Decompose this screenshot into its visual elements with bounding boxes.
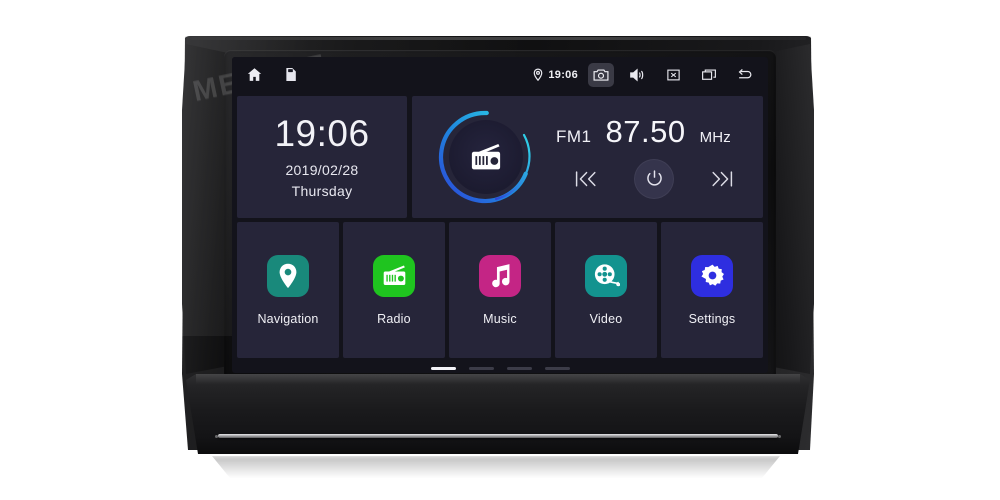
camera-icon[interactable] (588, 62, 614, 87)
page-dot-2[interactable] (468, 367, 494, 370)
radio-frequency: 87.50 (605, 113, 686, 149)
next-station-button[interactable] (708, 169, 734, 189)
bezel-top-highlight (190, 37, 806, 40)
slot-screw-right (778, 435, 781, 438)
status-bar-time: 19:06 (548, 68, 578, 81)
power-button[interactable] (634, 158, 674, 199)
radio-dial-core (449, 120, 523, 194)
bezel-left-face (182, 44, 228, 374)
radio-band: FM1 (556, 126, 592, 146)
location-status: 19:06 (533, 68, 578, 81)
slot-screw-left (215, 435, 218, 438)
bottom-face (186, 374, 810, 454)
radio-icon (383, 265, 405, 285)
radio-icon (471, 143, 501, 170)
status-bar-left (232, 66, 296, 83)
touchscreen[interactable]: 19:06 19:06 2019/02/28 Thursday FM1 87.5… (232, 57, 768, 373)
app-label-music: Music (483, 311, 517, 326)
back-icon[interactable] (732, 63, 758, 87)
home-icon[interactable] (246, 66, 263, 83)
app-tile-music[interactable]: Music (449, 222, 551, 358)
gear-icon (700, 264, 724, 286)
home-screen-content: 19:06 2019/02/28 Thursday FM1 87.50 MHz … (232, 92, 768, 373)
radio-transport-controls (550, 158, 763, 199)
app-label-video: Video (589, 311, 623, 326)
page-dot-3[interactable] (506, 367, 532, 370)
music-note-icon (491, 264, 509, 288)
radio-widget[interactable]: FM1 87.50 MHz (412, 96, 763, 218)
surface-reflection (212, 456, 780, 478)
film-reel-icon (594, 264, 620, 287)
widget-row: 19:06 2019/02/28 Thursday FM1 87.50 MHz (237, 96, 763, 218)
previous-station-button[interactable] (574, 169, 600, 189)
close-box-icon[interactable] (660, 63, 686, 87)
radio-info: FM1 87.50 MHz (550, 116, 763, 199)
app-label-navigation: Navigation (257, 311, 319, 326)
radio-unit: MHz (699, 128, 732, 146)
app-tile-navigation[interactable]: Navigation (237, 222, 339, 358)
screenshot-root: MEKEDE (0, 0, 1000, 500)
clock-time: 19:06 (274, 113, 370, 154)
clock-date: 2019/02/28 (285, 162, 359, 178)
page-dot-1[interactable] (430, 367, 456, 370)
page-dot-4[interactable] (544, 367, 570, 370)
status-bar: 19:06 (232, 57, 768, 92)
disc-slot[interactable] (218, 434, 778, 438)
volume-icon[interactable] (624, 63, 650, 87)
bottom-ledge (196, 374, 800, 384)
location-pin-icon (533, 68, 543, 81)
app-label-settings: Settings (688, 311, 736, 326)
clock-weekday: Thursday (291, 183, 353, 199)
app-label-radio: Radio (377, 311, 411, 326)
status-bar-right: 19:06 (533, 62, 768, 87)
radio-icon-bg (373, 254, 415, 297)
clock-widget[interactable]: 19:06 2019/02/28 Thursday (237, 96, 407, 218)
frequency-display: FM1 87.50 MHz (550, 116, 763, 147)
car-head-unit: MEKEDE (182, 36, 814, 456)
recents-icon[interactable] (696, 63, 722, 87)
map-pin-icon (279, 263, 297, 288)
app-tile-radio[interactable]: Radio (343, 222, 445, 358)
navigation-icon-bg (267, 254, 309, 297)
app-tile-settings[interactable]: Settings (661, 222, 763, 358)
page-indicator (232, 367, 768, 370)
music-icon-bg (479, 254, 521, 297)
app-row: Navigation Radio Music Video Settings (237, 222, 763, 358)
app-tile-video[interactable]: Video (555, 222, 657, 358)
video-icon-bg (585, 254, 627, 297)
settings-icon-bg (691, 254, 733, 297)
radio-dial[interactable] (438, 109, 534, 205)
sd-card-icon[interactable] (285, 68, 296, 81)
